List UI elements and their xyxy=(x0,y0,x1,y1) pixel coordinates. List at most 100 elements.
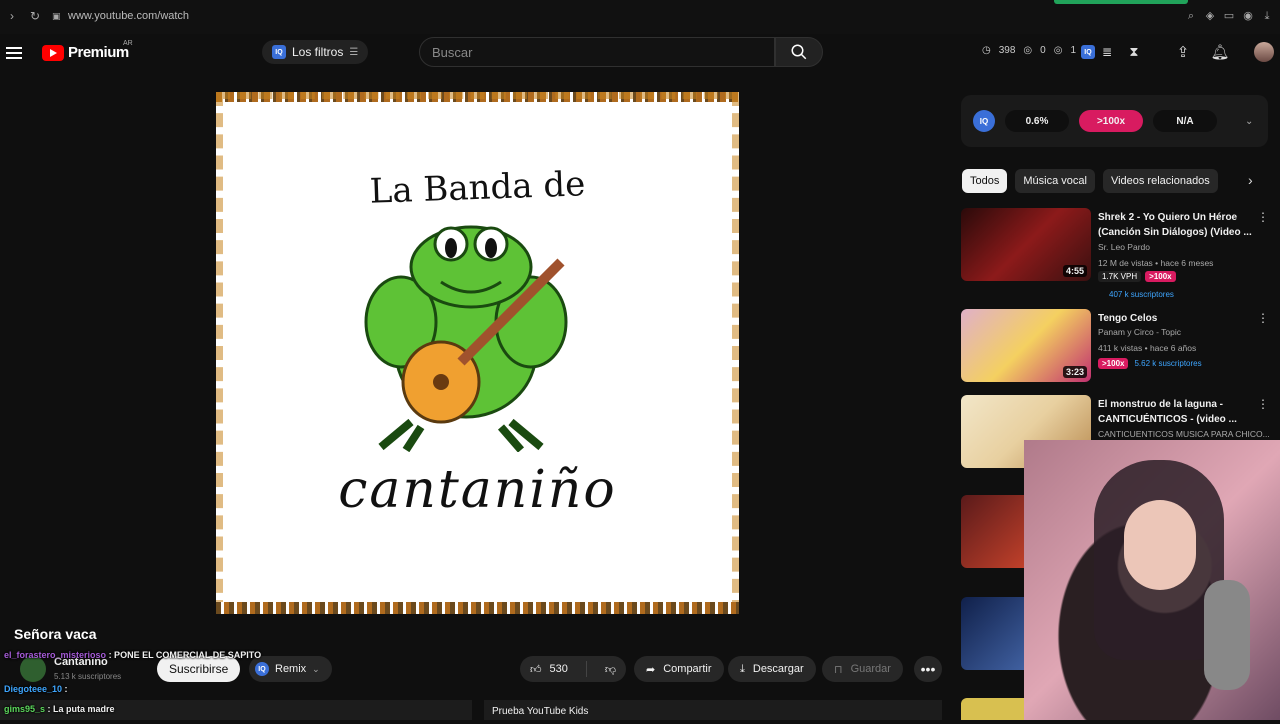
chat-user: gims95_s xyxy=(4,704,46,714)
hourglass-icon[interactable]: ⧗ xyxy=(1124,42,1144,62)
account-avatar[interactable] xyxy=(1254,42,1274,62)
vph-badge: 1.7K VPH xyxy=(1098,271,1142,282)
remix-button[interactable]: IQ Remix ⌄ xyxy=(249,656,332,682)
forward-icon[interactable]: › xyxy=(10,9,14,23)
site-info-icon[interactable]: ▣ xyxy=(52,11,61,22)
clock-icon: ◷ xyxy=(982,45,991,56)
cover-border-bottom xyxy=(216,602,739,614)
kebab-menu-icon[interactable]: ⋮ xyxy=(1257,397,1269,411)
recommendation-subs: 5.62 k suscriptores xyxy=(1134,359,1202,368)
recommendation-item[interactable]: 4:55 Shrek 2 - Yo Quiero Un Héroe (Canci… xyxy=(961,208,1271,299)
like-count: 530 xyxy=(549,663,568,675)
extension-icon[interactable]: ◈ xyxy=(1204,10,1216,22)
subscriber-count: 5.13 k suscriptores xyxy=(54,672,122,681)
recommendation-meta: 12 M de vistas • hace 6 meses xyxy=(1098,258,1214,268)
search-input[interactable]: Buscar xyxy=(419,37,775,67)
download-icon[interactable]: ⤓ xyxy=(1261,10,1273,22)
list-icon[interactable]: ≣ xyxy=(1097,42,1117,62)
recommendation-item[interactable]: 3:23 Tengo Celos Panam y Circo - Topic 4… xyxy=(961,309,1271,384)
remix-icon: IQ xyxy=(255,662,269,676)
recommendation-channel[interactable]: Panam y Circo - Topic xyxy=(1098,327,1181,337)
header-stats: ◷ 398 ◎ 0 ◎ 1 xyxy=(982,45,1076,56)
save-label: Guardar xyxy=(850,663,891,675)
frog-illustration xyxy=(364,225,568,452)
views-count: 398 xyxy=(998,45,1016,56)
screenshot-icon[interactable]: ▭ xyxy=(1223,10,1235,22)
more-actions-button[interactable]: ••• xyxy=(914,656,942,682)
chip-related[interactable]: Videos relacionados xyxy=(1102,169,1218,193)
iq-extension-icon[interactable]: IQ xyxy=(1078,42,1098,62)
eye-icon: ◎ xyxy=(1023,45,1033,56)
eye2-icon: ◎ xyxy=(1053,45,1063,56)
share-label: Compartir xyxy=(663,663,712,675)
video-title: Señora vaca xyxy=(14,626,97,642)
iq-stat-3: N/A xyxy=(1153,110,1217,132)
chat-text: : xyxy=(64,684,68,694)
video-player[interactable]: La Banda de cantaniño xyxy=(216,92,739,614)
recommendation-meta: 411 k vistas • hace 6 años xyxy=(1098,343,1197,353)
filters-label: Los filtros xyxy=(292,45,344,59)
recommendation-channel[interactable]: Sr. Leo Pardo xyxy=(1098,242,1150,252)
video-duration: 4:55 xyxy=(1062,265,1087,277)
bookmark-icon: ⊓ xyxy=(834,663,843,676)
like-button[interactable]: 👍︎ 530 xyxy=(520,656,578,682)
dislike-button[interactable]: 👎︎ xyxy=(595,656,626,682)
recommendation-channel[interactable]: CANTICUENTICOS MUSICA PARA CHICO... xyxy=(1098,429,1270,439)
recommendation-title[interactable]: Shrek 2 - Yo Quiero Un Héroe (Canción Si… xyxy=(1098,210,1258,240)
recommendation-title[interactable]: El monstruo de la laguna - CANTICUÉNTICO… xyxy=(1098,397,1258,427)
outlier-badge: >100x xyxy=(1098,358,1129,369)
youtube-premium-logo[interactable]: Premium xyxy=(42,44,129,61)
video-thumbnail[interactable] xyxy=(961,698,1024,720)
chip-all[interactable]: Todos xyxy=(962,169,1008,193)
youtube-kids-banner[interactable]: Prueba YouTube Kids xyxy=(484,700,942,720)
reload-icon[interactable]: ↻ xyxy=(30,9,40,23)
video-thumbnail[interactable]: 4:55 xyxy=(961,208,1091,281)
download-arrow-icon: ⤓ xyxy=(740,662,745,675)
share-icon: ➦ xyxy=(646,663,656,676)
chat-text: : La puta madre xyxy=(47,704,115,714)
chat-message: Diegoteee_10 : xyxy=(4,684,68,694)
chevron-right-icon[interactable]: › xyxy=(1248,172,1253,188)
video-thumbnail[interactable]: 3:23 xyxy=(961,309,1091,382)
upload-icon[interactable]: ⇪ xyxy=(1173,42,1193,62)
chip-vocal-music[interactable]: Música vocal xyxy=(1015,169,1095,193)
stat-a: 0 xyxy=(1040,45,1046,56)
iq-stat-2: >100x xyxy=(1079,110,1143,132)
search-button[interactable] xyxy=(775,37,823,67)
menu-icon[interactable] xyxy=(6,44,22,60)
logo-text: Premium xyxy=(68,44,129,61)
kebab-menu-icon[interactable]: ⋮ xyxy=(1257,311,1269,325)
recommendation-title[interactable]: Tengo Celos xyxy=(1098,311,1258,326)
microphone xyxy=(1204,580,1250,690)
video-thumbnail[interactable] xyxy=(961,597,1024,670)
sliders-icon: ☰ xyxy=(349,46,359,58)
search-placeholder: Buscar xyxy=(432,44,473,60)
video-thumbnail[interactable] xyxy=(961,495,1024,568)
webcam-face xyxy=(1124,500,1196,590)
like-dislike-group: 👍︎ 530 👎︎ xyxy=(520,656,627,682)
region-code: AR xyxy=(123,40,133,47)
iq-stats-panel: IQ 0.6% >100x N/A ⌄ xyxy=(961,95,1268,147)
chat-text: : PONE EL COMERCIAL DE SAPITO xyxy=(108,650,262,660)
thumbs-down-icon: 👎︎ xyxy=(604,663,617,676)
filter-chips: Todos Música vocal Videos relacionados xyxy=(962,169,1218,193)
like-divider xyxy=(585,661,587,677)
shield-icon[interactable]: ◉ xyxy=(1242,10,1254,22)
share-button[interactable]: ➦ Compartir xyxy=(634,656,724,682)
save-button[interactable]: ⊓ Guardar xyxy=(822,656,903,682)
filters-button[interactable]: IQ Los filtros ☰ xyxy=(262,40,369,64)
url-bar[interactable]: www.youtube.com/watch xyxy=(68,10,189,22)
chevron-down-icon[interactable]: ⌄ xyxy=(1245,116,1253,127)
youtube-play-icon xyxy=(42,44,64,61)
stat-b: 1 xyxy=(1070,45,1077,56)
zoom-icon[interactable]: ⌕ xyxy=(1185,10,1197,22)
bell-icon[interactable]: 🔔︎ xyxy=(1210,42,1230,62)
chat-user: el_forastero_misterioso xyxy=(4,650,107,660)
kebab-menu-icon[interactable]: ⋮ xyxy=(1257,210,1269,224)
browser-toolbar xyxy=(0,0,1280,34)
chat-user: Diegoteee_10 xyxy=(4,684,63,694)
download-button[interactable]: ⤓ Descargar xyxy=(728,656,816,682)
iq-logo-icon: IQ xyxy=(973,110,995,132)
extension-indicator xyxy=(1054,0,1188,4)
outlier-badge: >100x xyxy=(1145,271,1176,282)
